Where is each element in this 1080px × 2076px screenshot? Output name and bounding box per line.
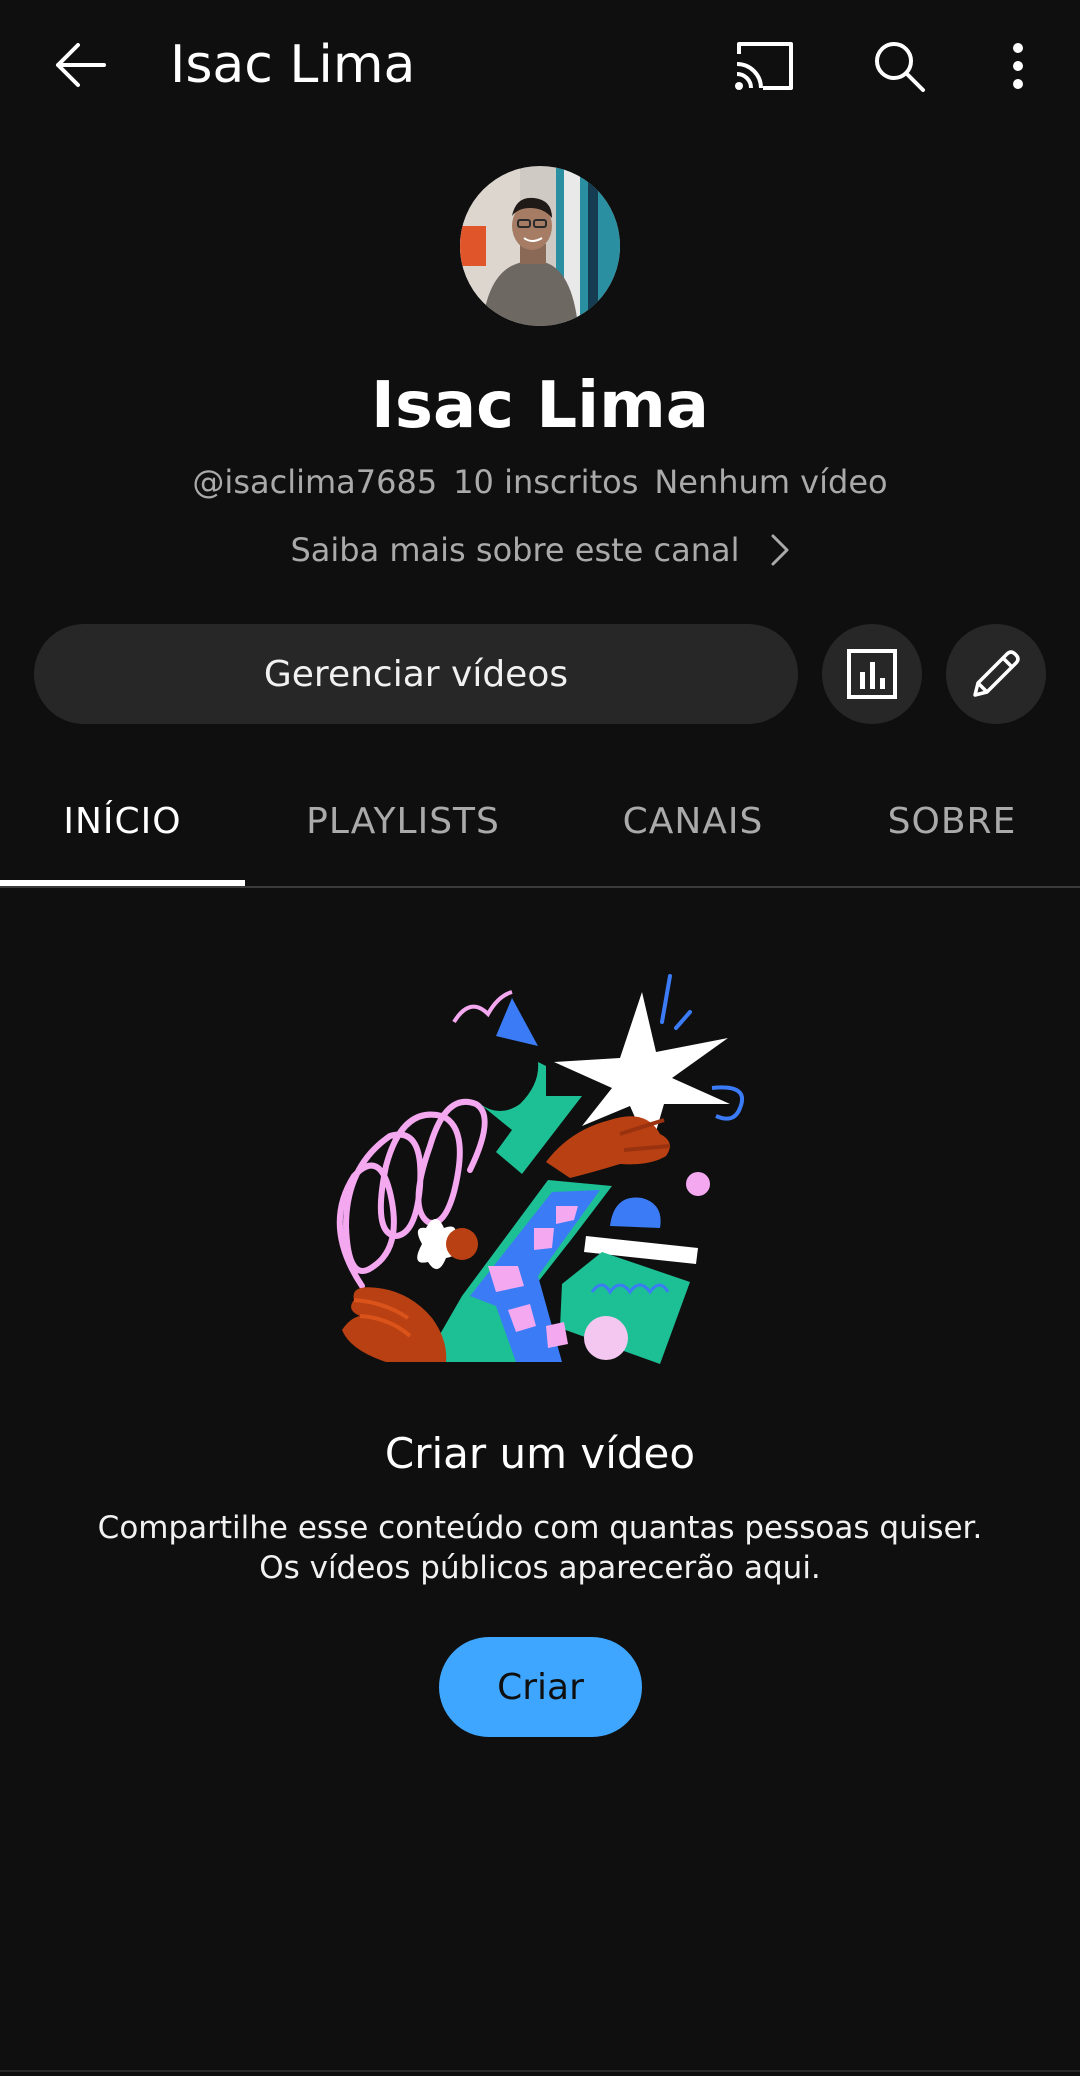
channel-handle: @isaclima7685 <box>192 463 438 501</box>
analytics-button[interactable] <box>822 624 922 724</box>
analytics-icon <box>847 649 897 699</box>
empty-state-description-line2: Os vídeos públicos aparecerão aqui. <box>259 1550 821 1586</box>
cast-icon <box>735 42 793 90</box>
tab-inicio[interactable]: INÍCIO <box>0 758 245 884</box>
pencil-icon <box>973 650 1020 697</box>
manage-videos-button[interactable]: Gerenciar vídeos <box>34 624 798 724</box>
create-video-illustration <box>320 966 760 1366</box>
search-button[interactable] <box>860 32 938 100</box>
channel-name: Isac Lima <box>371 369 709 443</box>
search-icon <box>875 42 925 92</box>
create-button[interactable]: Criar <box>439 1637 642 1737</box>
cast-button[interactable] <box>724 32 804 100</box>
tab-canais[interactable]: CANAIS <box>590 758 796 884</box>
top-app-bar: Isac Lima <box>0 0 1080 132</box>
more-options-button[interactable] <box>990 32 1046 100</box>
back-button[interactable] <box>40 30 120 100</box>
page-title: Isac Lima <box>170 35 416 95</box>
active-tab-indicator <box>0 880 245 886</box>
about-channel-link[interactable]: Saiba mais sobre este canal <box>0 528 1080 572</box>
channel-avatar[interactable] <box>460 166 620 326</box>
empty-state-title: Criar um vídeo <box>384 1429 696 1478</box>
arrow-left-icon <box>56 43 106 87</box>
channel-tabs: INÍCIO PLAYLISTS CANAIS SOBRE <box>0 758 1080 888</box>
video-count: Nenhum vídeo <box>654 463 888 501</box>
about-channel-label: Saiba mais sobre este canal <box>290 531 740 569</box>
chevron-right-icon <box>771 534 789 566</box>
tab-playlists[interactable]: PLAYLISTS <box>260 758 546 884</box>
avatar-photo <box>460 166 620 326</box>
empty-state-description: Compartilhe esse conteúdo com quantas pe… <box>0 1508 1080 1588</box>
edit-channel-button[interactable] <box>946 624 1046 724</box>
bottom-divider <box>0 2070 1080 2072</box>
subscriber-count: 10 inscritos <box>453 463 639 501</box>
more-vertical-icon <box>1013 43 1023 89</box>
empty-state-description-line1: Compartilhe esse conteúdo com quantas pe… <box>97 1510 983 1546</box>
channel-meta: @isaclima7685 10 inscritos Nenhum vídeo <box>0 460 1080 504</box>
tab-sobre[interactable]: SOBRE <box>862 758 1042 884</box>
